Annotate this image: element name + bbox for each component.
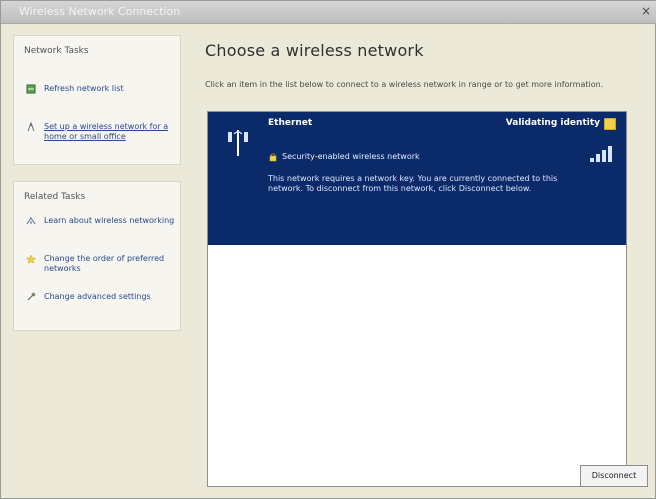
change-order-label: Change the order of preferred networks [44, 254, 165, 273]
change-advanced-label: Change advanced settings [44, 292, 151, 301]
setup-wireless-network-label: Set up a wireless network for a home or … [44, 122, 169, 141]
wireless-antenna-icon [228, 130, 248, 156]
related-tasks-panel: Related Tasks Learn about wireless netwo… [13, 181, 181, 331]
network-list-item-selected[interactable]: Ethernet Validating identity Security-en… [208, 112, 626, 245]
learn-wireless-label: Learn about wireless networking [44, 216, 175, 225]
signal-strength-icon [590, 146, 612, 162]
connection-status: Validating identity [505, 118, 600, 128]
window-title: Wireless Network Connection [19, 5, 181, 18]
network-list[interactable]: Ethernet Validating identity Security-en… [207, 111, 627, 487]
favorite-star-icon [604, 118, 616, 130]
disconnect-button[interactable]: Disconnect [580, 465, 648, 487]
refresh-icon [26, 84, 36, 94]
info-icon [26, 217, 36, 225]
main-content: Choose a wireless network Click an item … [205, 35, 648, 487]
sidebar: Network Tasks Refresh network list Set u… [13, 35, 185, 335]
setup-icon [27, 122, 35, 132]
title-bar: Wireless Network Connection × [1, 1, 656, 24]
network-ssid: Ethernet [268, 118, 313, 128]
wireless-window: Wireless Network Connection × Network Ta… [0, 0, 656, 499]
star-icon [26, 254, 36, 264]
network-tasks-title: Network Tasks [24, 46, 89, 56]
network-details-text: This network requires a network key. You… [268, 174, 558, 193]
lock-icon [269, 153, 277, 162]
instructions-text: Click an item in the list below to conne… [205, 80, 604, 89]
related-tasks-title: Related Tasks [24, 192, 86, 202]
refresh-network-list-label: Refresh network list [44, 84, 124, 93]
close-icon[interactable]: × [639, 4, 653, 18]
network-tasks-panel: Network Tasks Refresh network list Set u… [13, 35, 181, 165]
page-title: Choose a wireless network [205, 41, 424, 60]
security-status: Security-enabled wireless network [282, 152, 420, 161]
settings-icon [27, 292, 36, 301]
